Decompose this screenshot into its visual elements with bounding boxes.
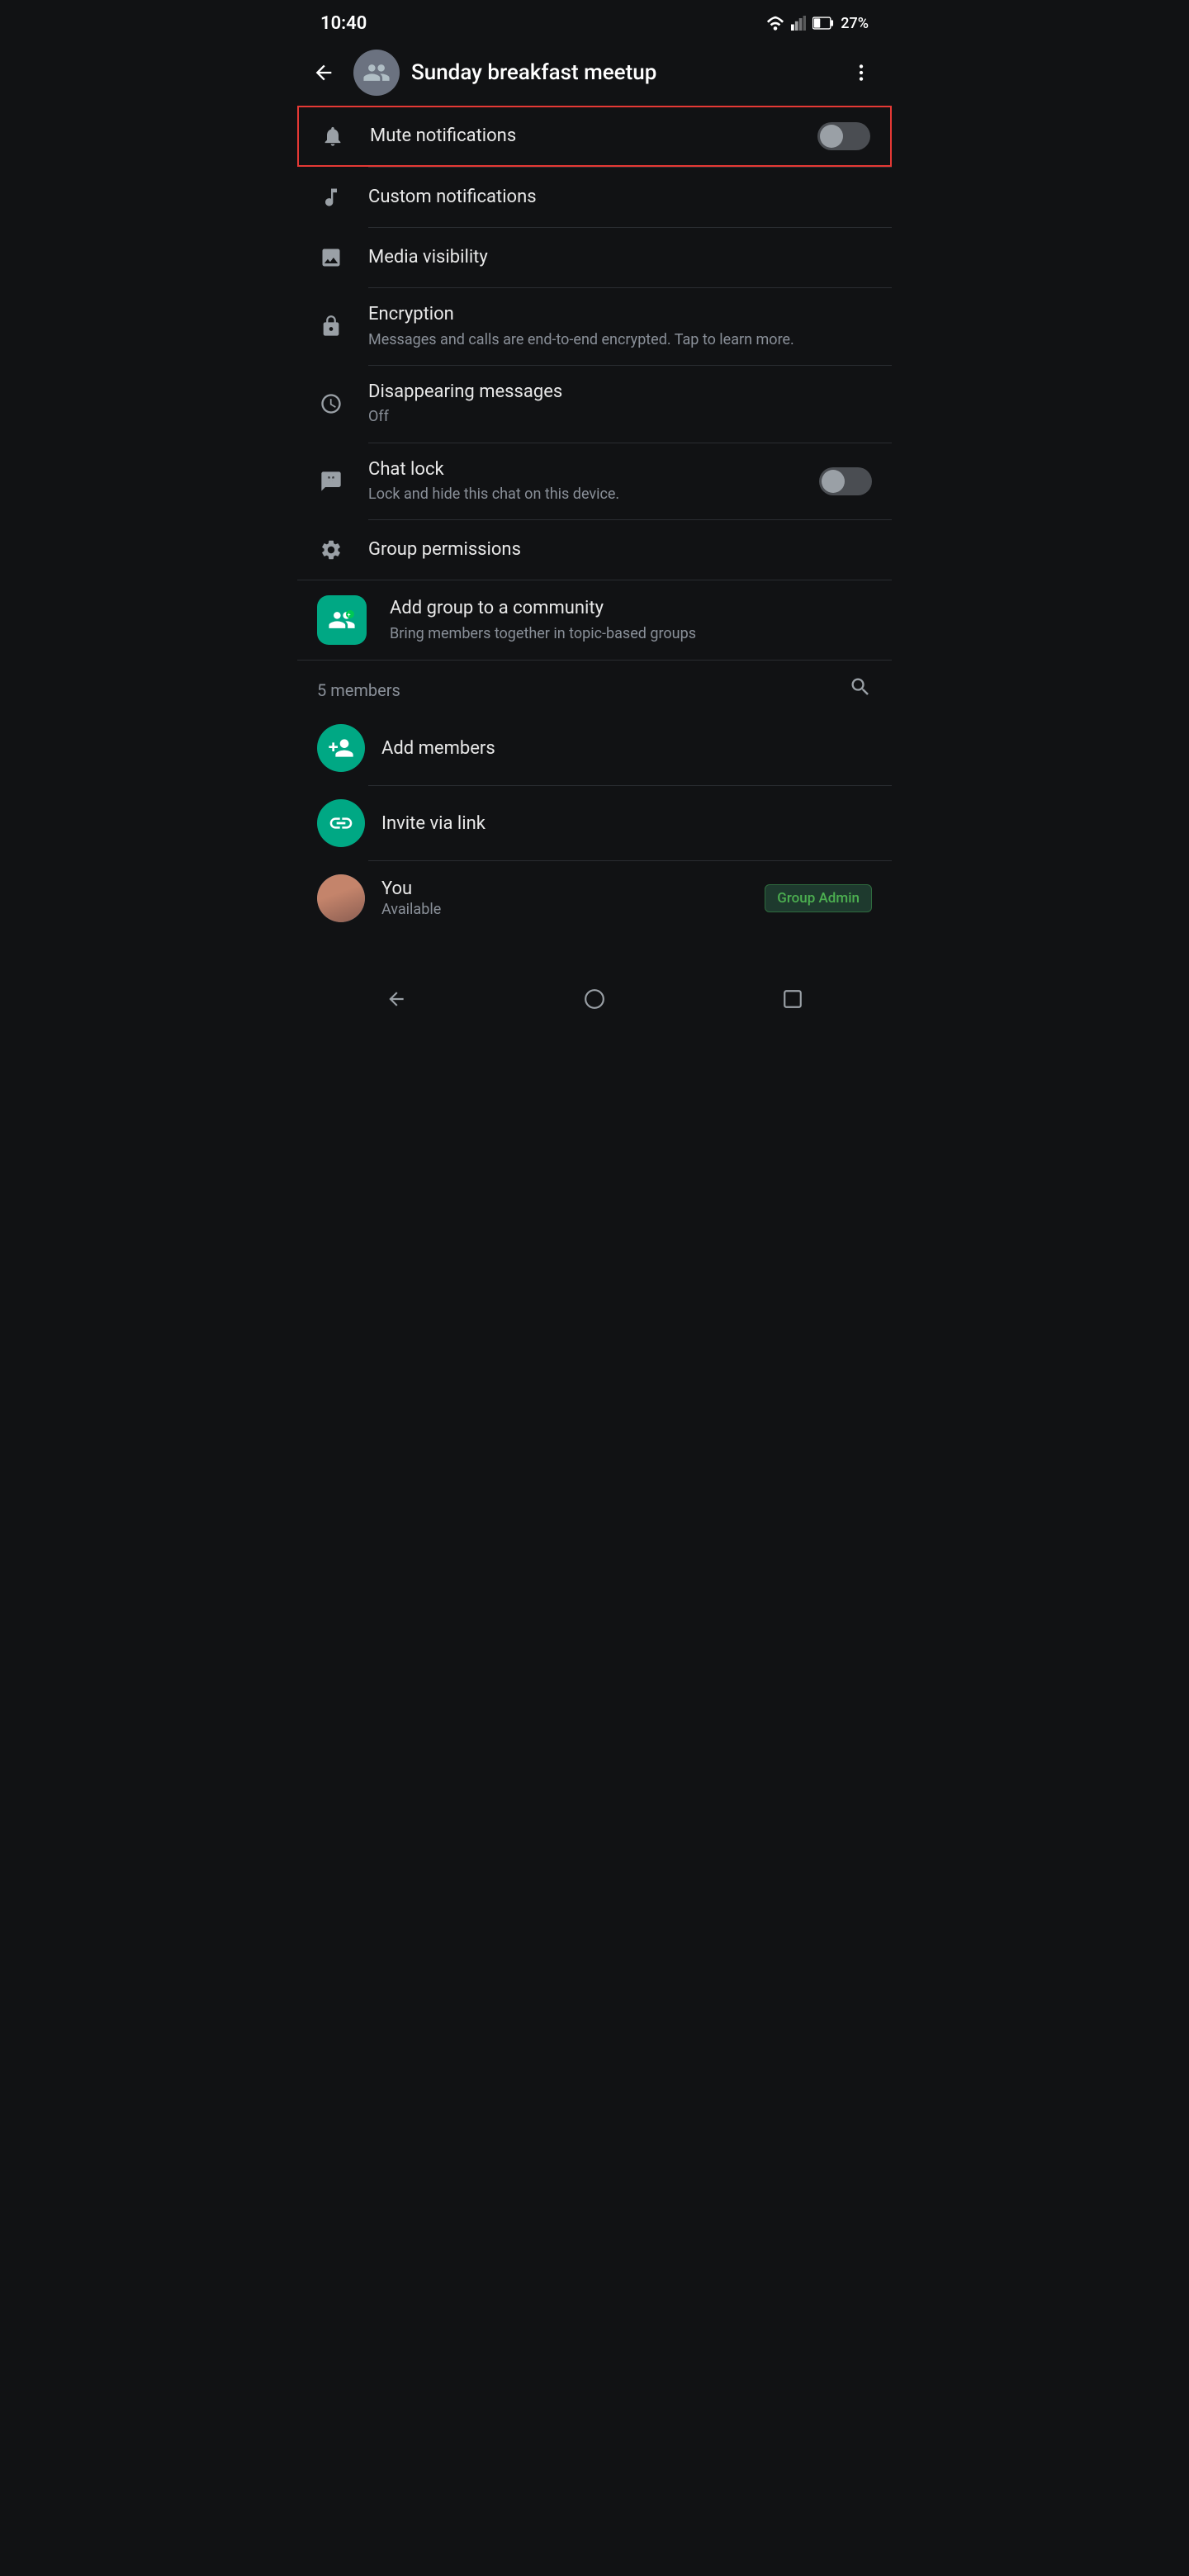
members-section-header: 5 members: [297, 661, 892, 711]
settings-icon: [317, 536, 345, 564]
mute-notifications-content: Mute notifications: [370, 125, 794, 149]
invite-link-avatar: [317, 799, 365, 847]
chat-lock-toggle[interactable]: [819, 467, 872, 495]
bell-icon: [319, 122, 347, 150]
battery-icon: [812, 17, 834, 30]
more-options-button[interactable]: [844, 55, 879, 90]
menu-section: Mute notifications Custom notifications …: [297, 106, 892, 660]
group-name[interactable]: Sunday breakfast meetup: [411, 60, 832, 85]
group-permissions-label: Group permissions: [368, 538, 872, 562]
chat-lock-item[interactable]: Chat lock Lock and hide this chat on thi…: [297, 443, 892, 520]
mute-notifications-item[interactable]: Mute notifications: [297, 106, 892, 167]
add-members-avatar: [317, 724, 365, 772]
group-admin-badge: Group Admin: [765, 884, 872, 912]
encryption-content: Encryption Messages and calls are end-to…: [368, 303, 872, 350]
add-to-community-item[interactable]: + Add group to a community Bring members…: [297, 580, 892, 660]
back-button[interactable]: [306, 54, 342, 91]
custom-notifications-content: Custom notifications: [368, 186, 872, 210]
nav-home-button[interactable]: [567, 982, 622, 1016]
group-permissions-item[interactable]: Group permissions: [297, 520, 892, 580]
encryption-sublabel: Messages and calls are end-to-end encryp…: [368, 329, 872, 350]
media-visibility-item[interactable]: Media visibility: [297, 228, 892, 287]
member-you-status: Available: [381, 901, 748, 918]
invite-link-item[interactable]: Invite via link: [297, 786, 892, 860]
invite-link-info: Invite via link: [381, 813, 872, 834]
mute-notifications-toggle[interactable]: [817, 122, 870, 150]
members-count-label: 5 members: [317, 680, 400, 700]
nav-recents-button[interactable]: [765, 982, 820, 1016]
music-note-icon: [317, 183, 345, 211]
disappearing-messages-label: Disappearing messages: [368, 381, 872, 405]
chat-lock-sublabel: Lock and hide this chat on this device.: [368, 484, 796, 504]
add-members-info: Add members: [381, 738, 872, 759]
add-members-item[interactable]: Add members: [297, 711, 892, 785]
timer-icon: [317, 390, 345, 418]
status-bar: 10:40 27%: [297, 0, 892, 43]
group-avatar: [353, 50, 400, 96]
wifi-icon: [766, 16, 784, 31]
chat-lock-icon: [317, 467, 345, 495]
disappearing-messages-item[interactable]: Disappearing messages Off: [297, 366, 892, 443]
disappearing-messages-content: Disappearing messages Off: [368, 381, 872, 428]
add-to-community-content: Add group to a community Bring members t…: [390, 597, 872, 644]
add-members-label: Add members: [381, 738, 872, 759]
encryption-label: Encryption: [368, 303, 872, 327]
status-time: 10:40: [320, 13, 367, 34]
member-you-item[interactable]: You Available Group Admin: [297, 861, 892, 935]
chat-lock-content: Chat lock Lock and hide this chat on thi…: [368, 458, 796, 505]
nav-back-button[interactable]: [369, 982, 424, 1016]
media-visibility-content: Media visibility: [368, 246, 872, 270]
signal-icon: [791, 16, 806, 31]
app-header: Sunday breakfast meetup: [297, 43, 892, 102]
add-to-community-sublabel: Bring members together in topic-based gr…: [390, 623, 872, 644]
group-permissions-content: Group permissions: [368, 538, 872, 562]
invite-link-label: Invite via link: [381, 813, 872, 834]
add-to-community-label: Add group to a community: [390, 597, 872, 621]
svg-text:+: +: [348, 611, 351, 618]
lock-icon: [317, 312, 345, 340]
media-visibility-label: Media visibility: [368, 246, 872, 270]
disappearing-messages-sublabel: Off: [368, 406, 872, 427]
mute-notifications-label: Mute notifications: [370, 125, 794, 149]
encryption-item[interactable]: Encryption Messages and calls are end-to…: [297, 288, 892, 365]
search-members-button[interactable]: [849, 675, 872, 704]
member-you-info: You Available: [381, 878, 748, 918]
member-you-name: You: [381, 878, 748, 899]
custom-notifications-label: Custom notifications: [368, 186, 872, 210]
custom-notifications-item[interactable]: Custom notifications: [297, 168, 892, 227]
community-icon: +: [317, 595, 367, 645]
nav-bar: [297, 968, 892, 1033]
image-icon: [317, 244, 345, 272]
status-icons: 27%: [766, 15, 869, 32]
battery-percentage: 27%: [841, 15, 869, 32]
chat-lock-label: Chat lock: [368, 458, 796, 482]
member-you-avatar: [317, 874, 365, 922]
